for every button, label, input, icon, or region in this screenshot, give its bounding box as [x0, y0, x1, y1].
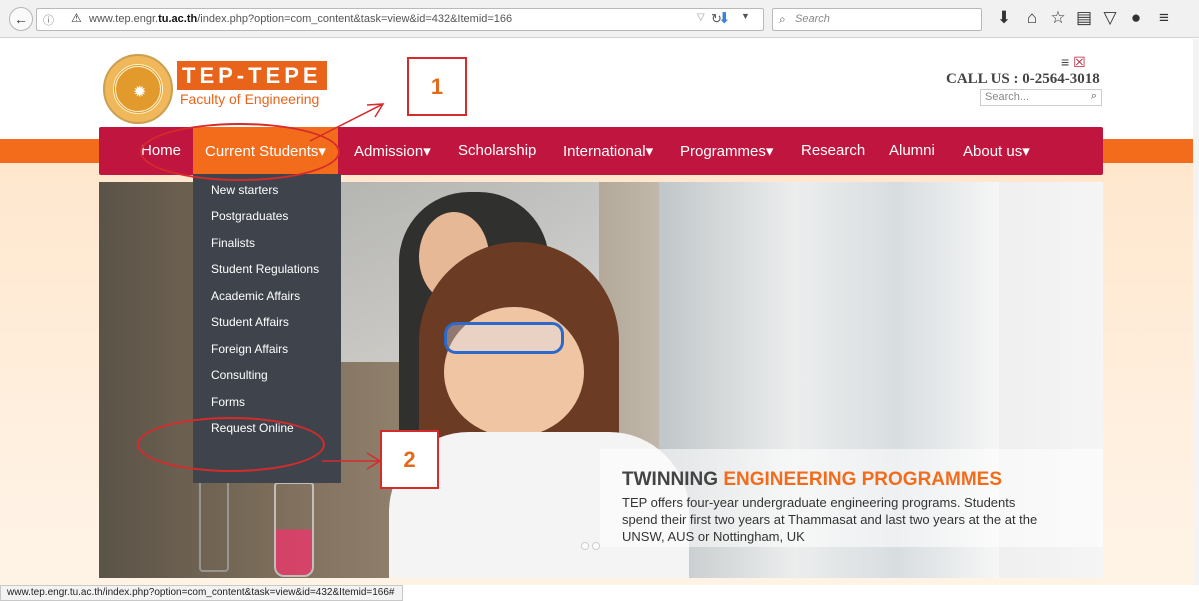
- dropdown-item-foreign-affairs[interactable]: Foreign Affairs: [211, 342, 288, 356]
- search-icon[interactable]: ⌕: [1091, 90, 1097, 103]
- status-bar-url: www.tep.engr.tu.ac.th/index.php?option=c…: [0, 585, 404, 601]
- address-bar[interactable]: ⓘ ⚠ www.tep.engr.tu.ac.th/index.php?opti…: [36, 8, 764, 31]
- chevron-down-icon: ▾: [423, 143, 431, 160]
- hero-title-part-1: TWINNING: [622, 469, 724, 490]
- dropdown-item-student-affairs[interactable]: Student Affairs: [211, 315, 289, 329]
- web-page: ✹ TEP-TEPE Faculty of Engineering ≡ ☒ CA…: [0, 39, 1199, 585]
- back-button[interactable]: ←: [9, 7, 33, 31]
- menu-about-us[interactable]: About us▾: [963, 142, 1030, 160]
- menu-about-us-label: About us: [963, 143, 1023, 160]
- slider-dot[interactable]: [592, 542, 600, 550]
- uk-flag-icon[interactable]: ☒: [1073, 54, 1086, 70]
- dropdown-item-forms[interactable]: Forms: [211, 395, 245, 409]
- url-text: www.tep.engr.tu.ac.th/index.php?option=c…: [89, 13, 513, 25]
- menu-research[interactable]: Research: [801, 142, 865, 159]
- reading-list-icon[interactable]: ▤: [1073, 8, 1095, 28]
- annotation-label-2: 2: [380, 430, 439, 489]
- dropdown-item-academic-affairs[interactable]: Academic Affairs: [211, 289, 300, 303]
- browser-toolbar: ← ⓘ ⚠ www.tep.engr.tu.ac.th/index.php?op…: [0, 0, 1199, 38]
- annotation-ellipse-2: [137, 417, 325, 472]
- hero-title: TWINNING ENGINEERING PROGRAMMES: [622, 469, 1002, 491]
- info-icon[interactable]: ⓘ: [43, 12, 54, 28]
- download-arrow-icon[interactable]: ⬇: [718, 9, 731, 27]
- dropdown-item-student-regulations[interactable]: Student Regulations: [211, 262, 319, 276]
- logo-emblem-icon: ✹: [133, 84, 147, 101]
- chevron-down-icon: ▾: [765, 143, 774, 160]
- dropdown-triangle-icon[interactable]: ▽: [697, 12, 705, 23]
- hero-description: TEP offers four-year undergraduate engin…: [622, 495, 1038, 544]
- pocket-icon[interactable]: ▽: [1099, 8, 1121, 28]
- menu-programmes-label: Programmes: [680, 143, 766, 160]
- annotation-arrow-1: [309, 103, 385, 142]
- menu-international-label: International: [563, 143, 646, 160]
- search-icon: ⌕: [779, 12, 786, 26]
- chevron-down-icon: ▾: [1022, 143, 1030, 160]
- language-menu-icon[interactable]: ≡: [1061, 54, 1069, 70]
- dropdown-item-finalists[interactable]: Finalists: [211, 236, 255, 250]
- downloads-icon[interactable]: ⬇: [993, 8, 1015, 28]
- hamburger-menu-icon[interactable]: ≡: [1153, 8, 1175, 28]
- warning-icon[interactable]: ⚠: [71, 11, 82, 25]
- dropdown-item-new-starters[interactable]: New starters: [211, 183, 278, 197]
- home-icon[interactable]: ⌂: [1021, 8, 1043, 28]
- menu-alumni[interactable]: Alumni: [889, 142, 935, 159]
- slider-dots[interactable]: [581, 537, 605, 550]
- annotation-arrow-2: [322, 452, 382, 470]
- annotation-label-1: 1: [407, 57, 467, 116]
- browser-search-placeholder: Search: [795, 13, 830, 25]
- bookmark-star-icon[interactable]: ☆: [1047, 8, 1069, 28]
- dropdown-item-postgraduates[interactable]: Postgraduates: [211, 209, 288, 223]
- chat-icon[interactable]: ●: [1125, 8, 1147, 28]
- menu-programmes[interactable]: Programmes▾: [680, 142, 773, 160]
- flask-red-liquid: [274, 482, 314, 577]
- language-flags[interactable]: ≡ ☒: [1061, 54, 1086, 71]
- slider-dot[interactable]: [581, 542, 589, 550]
- university-logo[interactable]: ✹: [103, 54, 173, 124]
- brand-logo[interactable]: TEP-TEPE: [177, 61, 327, 90]
- safety-goggles: [444, 322, 564, 354]
- hero-title-part-2: ENGINEERING PROGRAMMES: [723, 469, 1003, 490]
- menu-scholarship[interactable]: Scholarship: [458, 142, 536, 159]
- faculty-name: Faculty of Engineering: [180, 91, 320, 107]
- chevron-down-icon: ▾: [645, 143, 654, 160]
- browser-search-input[interactable]: ⌕ Search: [772, 8, 982, 31]
- dropdown-item-consulting[interactable]: Consulting: [211, 368, 268, 382]
- site-search-input[interactable]: Search... ⌕: [980, 89, 1102, 106]
- chevron-down-icon[interactable]: ▼: [741, 11, 750, 21]
- logo-seal: ✹: [113, 64, 163, 114]
- menu-international[interactable]: International▾: [563, 142, 653, 160]
- call-us-text: CALL US : 0-2564-3018: [946, 71, 1100, 87]
- site-search-placeholder: Search...: [985, 91, 1030, 103]
- vertical-scrollbar[interactable]: [1193, 39, 1199, 585]
